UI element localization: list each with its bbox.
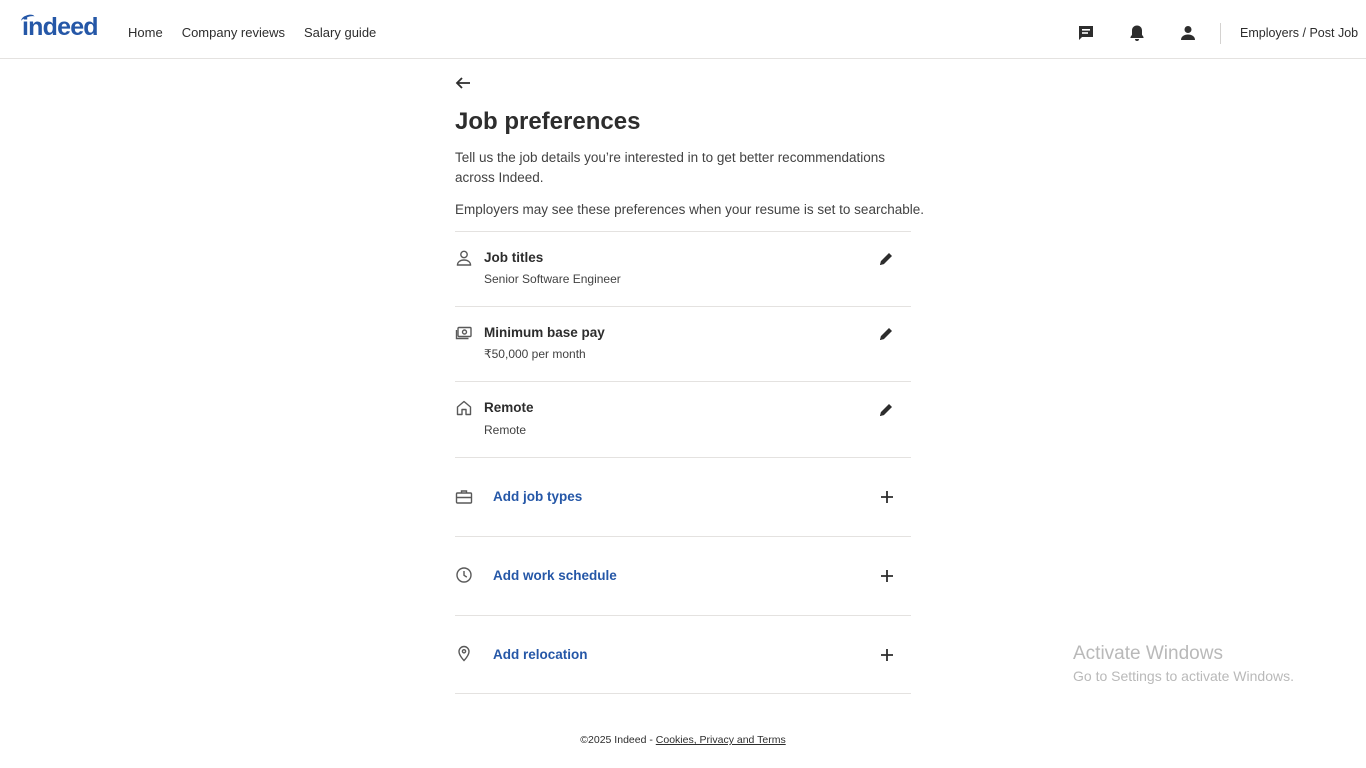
watermark-subtitle: Go to Settings to activate Windows. [1073,668,1294,684]
list-bottom-divider [455,693,911,694]
nav-salary-guide[interactable]: Salary guide [304,25,376,40]
money-icon [455,324,473,342]
top-bar: indeed Home Company reviews Salary guide… [0,0,1366,59]
home-icon [455,399,473,417]
preference-row-remote[interactable]: Remote Remote [455,381,911,457]
messages-icon[interactable] [1075,22,1097,44]
edit-pencil-icon[interactable] [877,250,895,268]
preference-label: Remote [484,400,534,415]
indeed-logo[interactable]: indeed [20,13,99,42]
edit-pencil-icon[interactable] [877,325,895,343]
page-title: Job preferences [455,108,641,135]
add-relocation-link[interactable]: Add relocation [493,647,588,662]
edit-pencil-icon[interactable] [877,401,895,419]
preference-label: Minimum base pay [484,325,605,340]
cookies-privacy-terms-link[interactable]: Cookies, Privacy and Terms [656,734,786,746]
preference-row-minimum-base-pay[interactable]: Minimum base pay ₹50,000 per month [455,306,911,381]
preference-row-job-titles[interactable]: Job titles Senior Software Engineer [455,231,911,306]
preference-label: Job titles [484,250,544,265]
person-icon [455,249,473,267]
main-nav: Home Company reviews Salary guide [128,25,395,40]
activate-windows-watermark: Activate Windows Go to Settings to activ… [1073,643,1294,684]
nav-home[interactable]: Home [128,25,163,40]
account-icon[interactable] [1177,22,1199,44]
clock-icon [455,566,473,584]
briefcase-icon [455,488,473,506]
preference-value: Senior Software Engineer [484,272,621,286]
add-relocation-row[interactable]: Add relocation [455,615,911,693]
nav-company-reviews[interactable]: Company reviews [182,25,285,40]
header-divider [1220,23,1221,44]
employers-post-job-link[interactable]: Employers / Post Job [1240,26,1358,40]
plus-icon[interactable] [879,489,895,505]
add-job-types-link[interactable]: Add job types [493,489,582,504]
back-arrow-icon[interactable] [455,75,471,91]
visibility-note: Employers may see these preferences when… [455,202,924,217]
footer: ©2025 Indeed - Cookies, Privacy and Term… [0,734,1366,746]
preference-value: Remote [484,423,527,437]
plus-icon[interactable] [879,647,895,663]
watermark-title: Activate Windows [1073,643,1223,664]
add-job-types-row[interactable]: Add job types [455,457,911,536]
preference-value: ₹50,000 per month [484,347,586,361]
plus-icon[interactable] [879,568,895,584]
notifications-icon[interactable] [1126,22,1148,44]
copyright-text: ©2025 Indeed - [580,734,656,746]
add-work-schedule-row[interactable]: Add work schedule [455,536,911,615]
location-pin-icon [455,644,473,662]
add-work-schedule-link[interactable]: Add work schedule [493,568,617,583]
page-description: Tell us the job details you’re intereste… [455,150,885,185]
